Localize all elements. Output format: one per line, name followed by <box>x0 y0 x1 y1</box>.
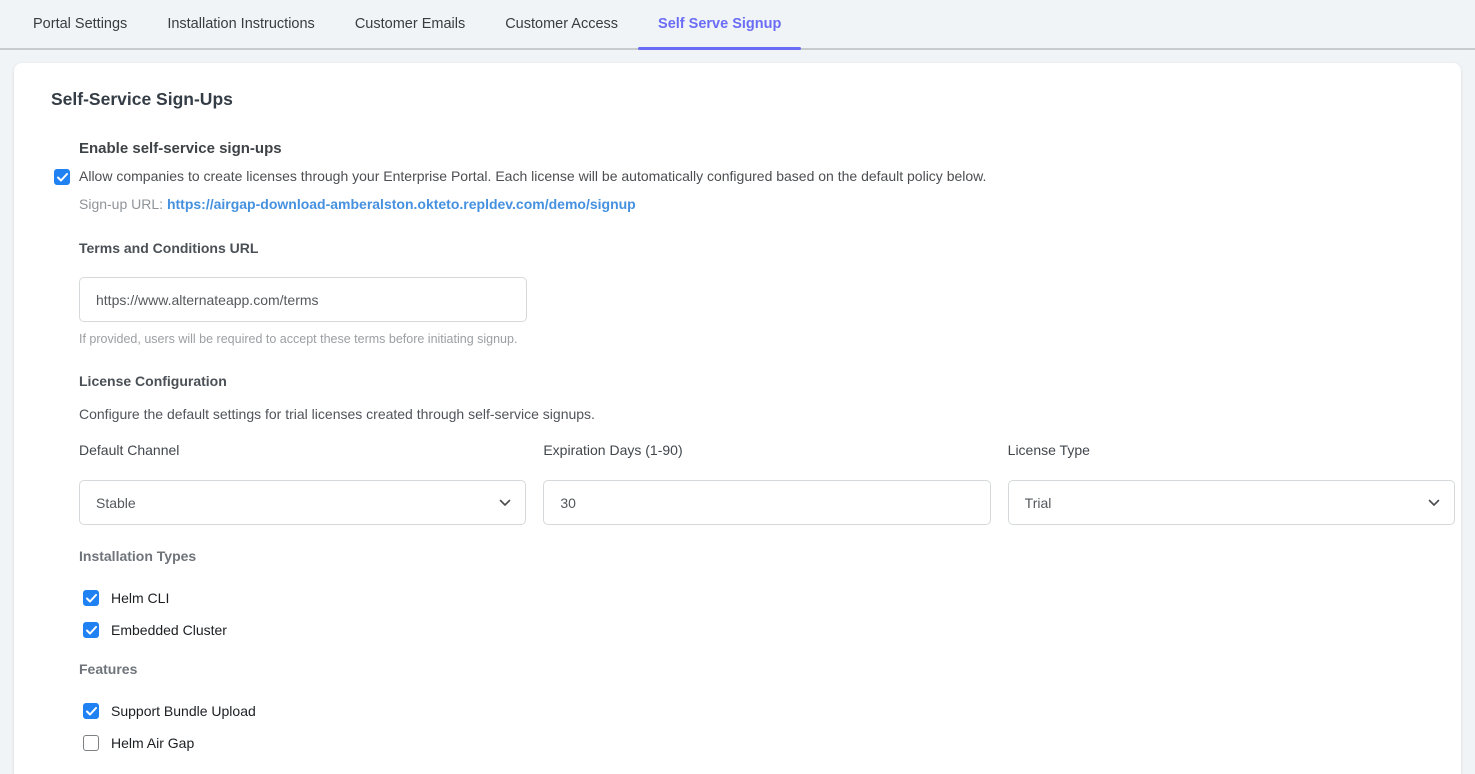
signup-url-line: Sign-up URL: https://airgap-download-amb… <box>79 196 1455 212</box>
settings-tab-bar: Portal Settings Installation Instruction… <box>0 0 1475 50</box>
expiration-days-field: Expiration Days (1-90) <box>543 442 990 525</box>
tab-customer-emails[interactable]: Customer Emails <box>335 0 485 48</box>
terms-helper-text: If provided, users will be required to a… <box>79 332 1455 346</box>
installation-types-heading: Installation Types <box>79 548 1455 564</box>
option-label: Support Bundle Upload <box>111 703 256 719</box>
embedded-cluster-checkbox[interactable] <box>83 622 99 638</box>
license-type-label: License Type <box>1008 442 1455 458</box>
license-config-grid: Default Channel Stable Expiration Da <box>79 442 1455 525</box>
signup-url-label: Sign-up URL: <box>79 196 163 212</box>
default-channel-label: Default Channel <box>79 442 526 458</box>
check-icon <box>86 707 97 716</box>
tab-self-serve-signup[interactable]: Self Serve Signup <box>638 0 801 48</box>
self-serve-signup-panel: Self-Service Sign-Ups Enable self-servic… <box>14 63 1461 774</box>
option-label: Embedded Cluster <box>111 622 227 638</box>
tab-installation-instructions[interactable]: Installation Instructions <box>147 0 335 48</box>
tab-customer-access[interactable]: Customer Access <box>485 0 638 48</box>
signup-url-link[interactable]: https://airgap-download-amberalston.okte… <box>167 196 636 212</box>
terms-url-input[interactable] <box>79 277 527 322</box>
check-icon <box>86 626 97 635</box>
support-bundle-upload-checkbox[interactable] <box>83 703 99 719</box>
default-channel-select[interactable]: Stable <box>79 480 526 525</box>
check-icon <box>57 173 68 182</box>
license-configuration-description: Configure the default settings for trial… <box>79 406 1455 422</box>
default-channel-field: Default Channel Stable <box>79 442 526 525</box>
tab-portal-settings[interactable]: Portal Settings <box>13 0 147 48</box>
enable-signups-checkbox-row[interactable]: Allow companies to create licenses throu… <box>54 168 1455 185</box>
enable-signups-description: Allow companies to create licenses throu… <box>79 168 986 184</box>
license-type-field: License Type Trial <box>1008 442 1455 525</box>
terms-section: Terms and Conditions URL If provided, us… <box>79 240 1455 346</box>
enable-signups-checkbox[interactable] <box>54 169 70 185</box>
check-icon <box>86 594 97 603</box>
helm-cli-checkbox[interactable] <box>83 590 99 606</box>
features-heading: Features <box>79 661 1455 677</box>
installation-type-helm-cli[interactable]: Helm CLI <box>83 590 1455 606</box>
expiration-days-label: Expiration Days (1-90) <box>543 442 990 458</box>
panel-content: Enable self-service sign-ups Allow compa… <box>79 140 1455 751</box>
page-title: Self-Service Sign-Ups <box>51 89 1439 110</box>
installation-types-section: Installation Types Helm CLI <box>79 548 1455 638</box>
installation-type-embedded-cluster[interactable]: Embedded Cluster <box>83 622 1455 638</box>
expiration-days-input[interactable] <box>543 480 990 525</box>
terms-url-label: Terms and Conditions URL <box>79 240 1455 256</box>
license-type-select[interactable]: Trial <box>1008 480 1455 525</box>
helm-air-gap-checkbox[interactable] <box>83 735 99 751</box>
enable-signups-section: Enable self-service sign-ups Allow compa… <box>79 140 1455 212</box>
option-label: Helm Air Gap <box>111 735 194 751</box>
option-label: Helm CLI <box>111 590 169 606</box>
features-section: Features Support Bundle Upload <box>79 661 1455 751</box>
feature-helm-air-gap[interactable]: Helm Air Gap <box>83 735 1455 751</box>
license-configuration-heading: License Configuration <box>79 373 1455 389</box>
license-configuration-section: License Configuration Configure the defa… <box>79 373 1455 525</box>
enable-signups-heading: Enable self-service sign-ups <box>79 140 1455 157</box>
feature-support-bundle-upload[interactable]: Support Bundle Upload <box>83 703 1455 719</box>
